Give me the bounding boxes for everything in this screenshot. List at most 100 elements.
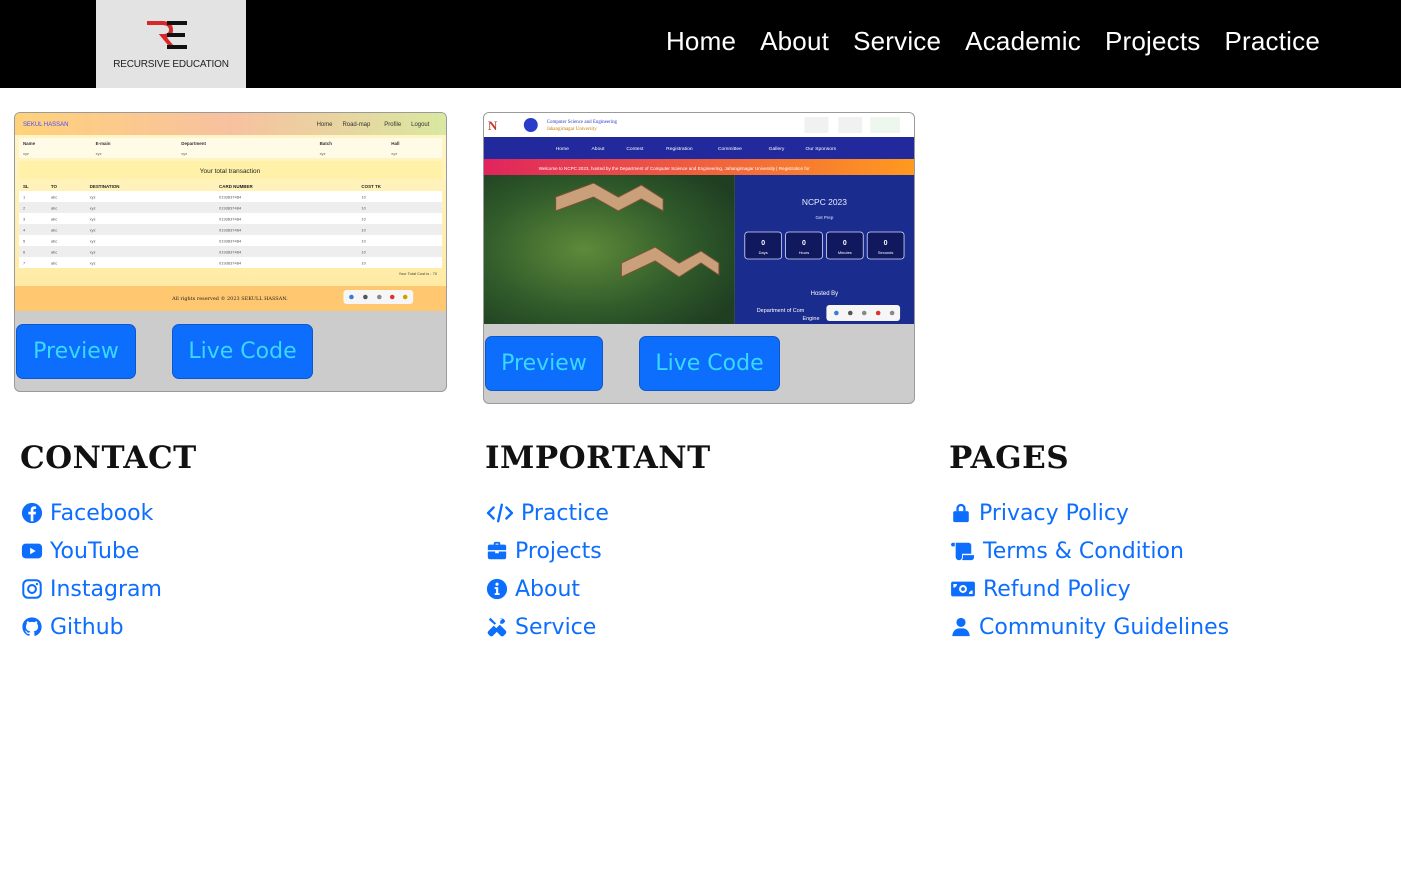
thumb-total: Your Total Cost is : 70 (399, 271, 438, 276)
thumb-menu-item: Road-map (342, 122, 370, 128)
thumb-cell: abc (51, 260, 57, 265)
brand-logo[interactable]: RECURSIVE EDUCATION (96, 0, 246, 88)
thumb-cell: 0193837484 (219, 205, 242, 210)
countdown-value: 0 (802, 240, 806, 247)
thumb-site-name: SEKUL HASSAN (23, 122, 68, 128)
github-icon (20, 615, 44, 639)
footer-link-label[interactable]: Terms & Condition (983, 539, 1184, 564)
top-navbar: RECURSIVE EDUCATION Home About Service A… (0, 0, 1401, 88)
thumb-col-header: Department (181, 141, 206, 146)
countdown-value: 0 (761, 240, 765, 247)
nav-practice[interactable]: Practice (1224, 26, 1320, 57)
countdown-unit: Hours (799, 250, 810, 255)
thumb-menu-item: Logout (411, 122, 430, 128)
live-code-button[interactable]: Live Code (639, 336, 780, 391)
footer-link-label[interactable]: Instagram (50, 577, 162, 602)
info-icon (485, 577, 509, 601)
footer-link-label[interactable]: Facebook (50, 501, 153, 526)
code-icon (485, 501, 515, 525)
svg-text:N: N (488, 118, 498, 133)
thumb-event-sub: Get Prep (815, 215, 833, 220)
footer-link-label[interactable]: YouTube (50, 539, 139, 564)
thumb-cell: 10 (361, 249, 366, 254)
footer-link-privacy[interactable]: Privacy Policy (949, 494, 1229, 532)
thumb-cell: xyz (90, 216, 96, 221)
thumb-cell: 0193837484 (219, 260, 242, 265)
thumb-cell: abc (51, 249, 57, 254)
thumb-cell: xyz (391, 151, 397, 156)
footer-link-projects[interactable]: Projects (485, 532, 711, 570)
thumb-footer: All rights reserved © 2023 SEKULL HASSAN… (171, 295, 288, 302)
footer-link-guidelines[interactable]: Community Guidelines (949, 608, 1229, 646)
thumb-cell: 10 (361, 216, 366, 221)
footer-link-youtube[interactable]: YouTube (20, 532, 197, 570)
thumb-cell: 0193837484 (219, 227, 242, 232)
thumb-col-header: CARD NUMBER (219, 184, 253, 189)
footer-link-label[interactable]: Projects (515, 539, 602, 564)
contact-heading: CONTACT (20, 440, 197, 476)
thumb-cell: xyz (90, 205, 96, 210)
thumb-cell: 10 (361, 238, 366, 243)
project-thumbnail: SEKUL HASSAN Home Road-map Profile Logou… (15, 113, 446, 311)
thumb-marquee: Welcome to NCPC 2023, hosted by the Depa… (539, 166, 810, 171)
thumb-cell: xyz (90, 238, 96, 243)
footer-link-label[interactable]: Github (50, 615, 124, 640)
thumb-cell: 0193837484 (219, 194, 242, 199)
footer-link-refund[interactable]: Refund Policy (949, 570, 1229, 608)
youtube-icon (20, 539, 44, 563)
footer-link-label[interactable]: About (515, 577, 580, 602)
thumb-menu-item: Home (317, 122, 334, 128)
footer-link-practice[interactable]: Practice (485, 494, 711, 532)
thumb-event-title: NCPC 2023 (802, 197, 847, 207)
thumb-col-header: TO (51, 184, 58, 189)
project-card: N Computer Science and Engineering Jahan… (483, 112, 915, 404)
thumb-cell: 10 (361, 227, 366, 232)
thumb-hosted-by: Hosted By (811, 291, 838, 297)
footer-link-label[interactable]: Refund Policy (983, 577, 1131, 602)
nav-service[interactable]: Service (853, 26, 941, 57)
footer-link-about[interactable]: About (485, 570, 711, 608)
thumb-host-name: Department of Com (757, 308, 805, 314)
thumb-cell: xyz (23, 151, 29, 156)
briefcase-icon (485, 539, 509, 563)
tools-icon (485, 615, 509, 639)
nav-home[interactable]: Home (666, 26, 736, 57)
thumb-cell: abc (51, 227, 57, 232)
thumb-cell: abc (51, 216, 57, 221)
nav-academic[interactable]: Academic (965, 26, 1081, 57)
footer-link-label[interactable]: Practice (521, 501, 609, 526)
thumb-col-header: Hall (391, 141, 399, 146)
live-code-button[interactable]: Live Code (172, 324, 313, 379)
footer-link-label[interactable]: Community Guidelines (979, 615, 1229, 640)
thumb-cell: xyz (181, 151, 187, 156)
nav-about[interactable]: About (760, 26, 829, 57)
footer-pages: PAGES Privacy Policy Terms & Condition R… (949, 440, 1229, 646)
footer-link-service[interactable]: Service (485, 608, 711, 646)
footer-link-github[interactable]: Github (20, 608, 197, 646)
thumb-cell: xyz (90, 260, 96, 265)
countdown-unit: Days (759, 250, 768, 255)
footer-link-label[interactable]: Privacy Policy (979, 501, 1129, 526)
footer-link-facebook[interactable]: Facebook (20, 494, 197, 532)
countdown-unit: Seconds (878, 250, 893, 255)
preview-button[interactable]: Preview (16, 324, 136, 379)
facebook-icon (20, 501, 44, 525)
thumb-menu-item: Committee (718, 146, 742, 152)
thumb-menu-item: Our Sponsors (806, 146, 837, 152)
thumb-dept-line1: Computer Science and Engineering (547, 120, 618, 125)
thumb-col-header: SL (23, 184, 29, 189)
thumb-cell: 10 (361, 260, 366, 265)
footer-link-label[interactable]: Service (515, 615, 596, 640)
preview-button[interactable]: Preview (485, 336, 603, 391)
nav-projects[interactable]: Projects (1105, 26, 1201, 57)
thumb-col-header: COST TK (361, 184, 381, 189)
footer-link-terms[interactable]: Terms & Condition (949, 532, 1229, 570)
thumb-cell: 0193837484 (219, 238, 242, 243)
instagram-icon (20, 577, 44, 601)
footer-link-instagram[interactable]: Instagram (20, 570, 197, 608)
countdown-value: 0 (843, 240, 847, 247)
thumb-col-header: Name (23, 141, 36, 146)
main-nav: Home About Service Academic Projects Pra… (666, 26, 1320, 57)
brand-name: RECURSIVE EDUCATION (113, 59, 229, 70)
thumb-cell: xyz (90, 227, 96, 232)
